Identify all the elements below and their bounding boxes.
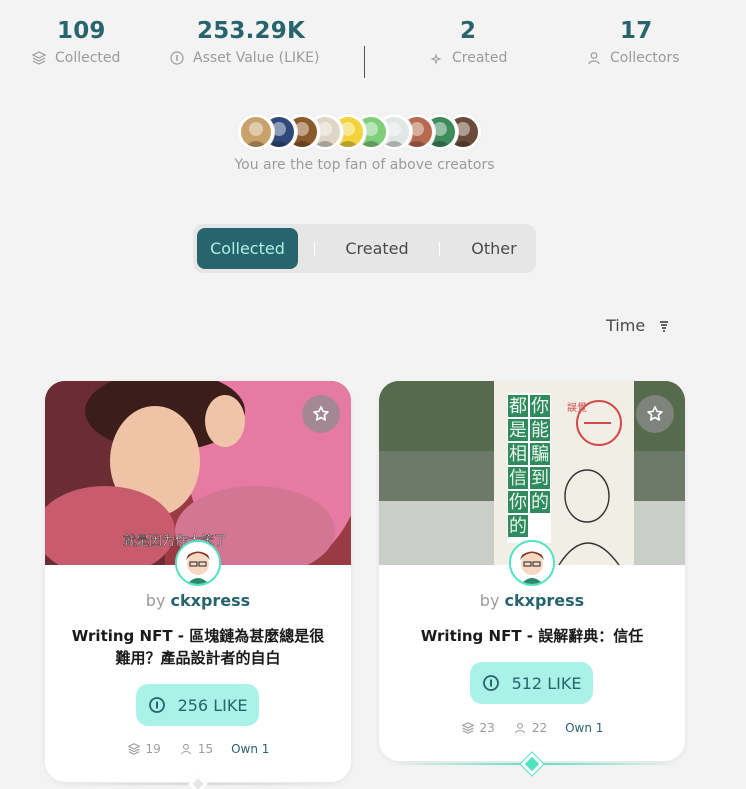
user-icon	[588, 52, 600, 65]
user-icon	[180, 743, 191, 755]
poster-char: 是	[509, 420, 527, 441]
layers-icon	[31, 51, 47, 65]
star-icon	[647, 406, 663, 421]
tab-separator	[439, 242, 440, 256]
nft-meta: 19 15 Own 1	[45, 742, 351, 756]
nft-card[interactable]: 就是因为你太笨了 by ckxpress Writing NFT - 區塊鏈為甚…	[45, 381, 351, 782]
nft-title[interactable]: Writing NFT - 區塊鏈為甚麼總是很難用？產品設計者的自白	[65, 625, 331, 669]
editions-count: 19	[127, 742, 161, 756]
sort-label: Time	[606, 316, 646, 335]
stat-created[interactable]: 2 Created	[430, 18, 507, 66]
sort-icon	[660, 320, 669, 332]
nft-meta: 23 22 Own 1	[379, 721, 685, 735]
stat-asset-value[interactable]: 253.29K Asset Value (LIKE)	[170, 18, 320, 66]
creator-byline: by ckxpress	[45, 591, 351, 610]
collectors-count: 15	[179, 742, 213, 756]
tab-separator	[314, 242, 315, 256]
own-count: Own 1	[565, 721, 604, 735]
stat-collected-value: 109	[57, 18, 106, 44]
sparkle-icon	[430, 53, 442, 65]
creator-avatar[interactable]	[509, 540, 555, 586]
tab-collected[interactable]: Collected	[197, 228, 298, 269]
stat-created-label: Created	[452, 50, 508, 66]
stat-collectors[interactable]: 17 Collectors	[588, 18, 680, 66]
favorite-button[interactable]	[302, 395, 340, 433]
top-fan-avatars	[238, 114, 481, 152]
stats-divider	[364, 46, 365, 78]
byline-prefix: by	[479, 591, 500, 610]
own-count: Own 1	[231, 742, 270, 756]
poster-char: 信	[509, 468, 527, 489]
creator-byline: by ckxpress	[379, 591, 685, 610]
poster-char: 都	[509, 396, 527, 417]
stat-collected[interactable]: 109 Collected	[31, 18, 121, 66]
creator-name-link[interactable]: ckxpress	[505, 591, 585, 610]
poster-char: 騙	[531, 444, 549, 465]
user-icon	[514, 722, 525, 734]
stat-collectors-value: 17	[620, 18, 653, 44]
tab-bar: Collected Created Other	[193, 224, 536, 273]
poster-char: 能	[531, 420, 549, 441]
collectors-value: 22	[531, 721, 548, 735]
stat-created-value: 2	[460, 18, 477, 44]
like-coin-icon	[170, 51, 184, 65]
nft-card[interactable]: 誤覺 都你是能相騙信到你的的 by ckxpress Writing NFT -…	[379, 381, 685, 761]
like-coin-icon	[148, 697, 165, 713]
collectors-value: 15	[197, 742, 214, 756]
poster-char: 相	[509, 444, 527, 465]
tab-created[interactable]: Created	[331, 228, 423, 269]
layers-icon	[127, 743, 140, 755]
stat-collectors-label: Collectors	[610, 50, 680, 66]
favorite-button[interactable]	[636, 395, 674, 433]
poster-char: 的	[531, 492, 549, 513]
stat-asset-value-value: 253.29K	[197, 18, 305, 44]
poster-char: 你	[509, 492, 527, 513]
creator-name-link[interactable]: ckxpress	[171, 591, 251, 610]
stat-collected-label: Collected	[55, 50, 121, 66]
poster-char: 的	[509, 516, 527, 537]
sort-dropdown[interactable]: Time	[606, 316, 669, 335]
creator-avatar[interactable]	[175, 540, 221, 586]
price-button[interactable]: 512 LIKE	[470, 662, 593, 704]
byline-prefix: by	[145, 591, 166, 610]
price-label: 512 LIKE	[511, 673, 582, 693]
nft-cover-image: 誤覺 都你是能相騙信到你的的	[379, 381, 685, 565]
star-icon	[313, 406, 329, 421]
collectors-count: 22	[513, 721, 547, 735]
poster-char: 到	[531, 468, 549, 489]
editions-value: 23	[479, 721, 495, 735]
price-button[interactable]: 256 LIKE	[136, 684, 259, 726]
editions-value: 19	[145, 742, 161, 756]
layers-icon	[461, 722, 474, 734]
like-coin-icon	[482, 675, 499, 691]
poster-char: 你	[531, 396, 549, 417]
nft-title[interactable]: Writing NFT - 誤解辭典：信任	[399, 625, 665, 647]
editions-count: 23	[461, 721, 495, 735]
top-fan-text: You are the top fan of above creators	[234, 157, 495, 173]
price-label: 256 LIKE	[177, 695, 248, 715]
nft-cover-image: 就是因为你太笨了	[45, 381, 351, 565]
creator-avatar[interactable]	[238, 114, 274, 150]
tab-other[interactable]: Other	[453, 228, 535, 269]
stat-asset-value-label: Asset Value (LIKE)	[193, 50, 320, 66]
stats-bar: 109 Collected 253.29K Asset Value (LIKE)…	[0, 18, 746, 78]
